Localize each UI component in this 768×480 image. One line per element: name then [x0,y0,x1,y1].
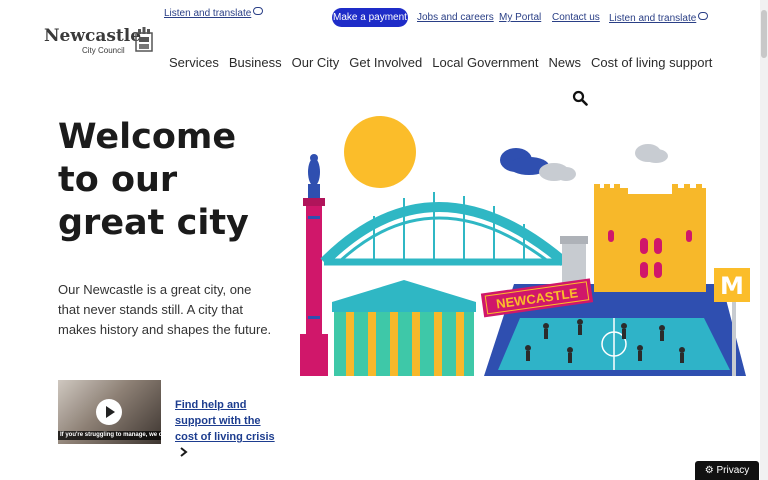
nav-local-government[interactable]: Local Government [432,55,538,71]
cloud-illustration [500,144,668,181]
logo-wordmark: Newcastle [44,26,142,46]
privacy-button[interactable]: ⚙ Privacy [695,461,759,480]
nav-services[interactable]: Services [169,55,219,71]
sun-illustration [344,116,416,188]
castle-illustration [594,184,706,292]
gear-icon: ⚙ [704,465,714,476]
title-line-3: great city [58,203,249,243]
speech-bubble-icon [698,12,709,20]
civic-building-illustration [332,280,476,376]
video-caption: If you're struggling to manage, we offer… [58,431,161,440]
bridge-illustration [320,192,584,266]
chevron-right-icon [180,447,188,457]
monument-illustration [300,154,328,376]
nav-our-city[interactable]: Our City [292,55,340,71]
nav-business[interactable]: Business [229,55,282,71]
my-portal-link[interactable]: My Portal [499,12,541,24]
cost-of-living-help-link[interactable]: Find help and support with the cost of l… [175,397,285,461]
title-line-2: to our [58,160,178,200]
city-illustration: NEWCASTLE M [300,116,750,376]
nav-news[interactable]: News [549,55,582,71]
council-logo[interactable]: Newcastle City Council [44,26,156,56]
contact-us-link[interactable]: Contact us [552,12,600,24]
page-title: Welcome to our great city [58,116,278,245]
title-line-1: Welcome [58,117,237,157]
nav-get-involved[interactable]: Get Involved [349,55,422,71]
hero-description: Our Newcastle is a great city, one that … [58,282,272,337]
play-icon[interactable] [96,399,122,425]
page-scrollbar[interactable] [760,0,768,480]
cost-of-living-video[interactable]: If you're struggling to manage, we offer… [58,380,161,444]
metro-letter: M [720,272,744,300]
nav-cost-of-living[interactable]: Cost of living support [591,55,712,71]
speech-bubble-icon [253,7,264,15]
jobs-careers-link[interactable]: Jobs and careers [417,12,494,24]
search-icon[interactable] [572,90,588,106]
crest-icon [135,27,153,52]
top-listen-translate-link[interactable]: Listen and translate [164,7,264,20]
logo-subtitle: City Council [82,46,125,55]
main-navigation: Services Business Our City Get Involved … [169,55,712,71]
listen-translate-link[interactable]: Listen and translate [609,12,709,25]
scrollbar-thumb[interactable] [761,10,767,58]
make-payment-button[interactable]: Make a payment [332,8,408,27]
